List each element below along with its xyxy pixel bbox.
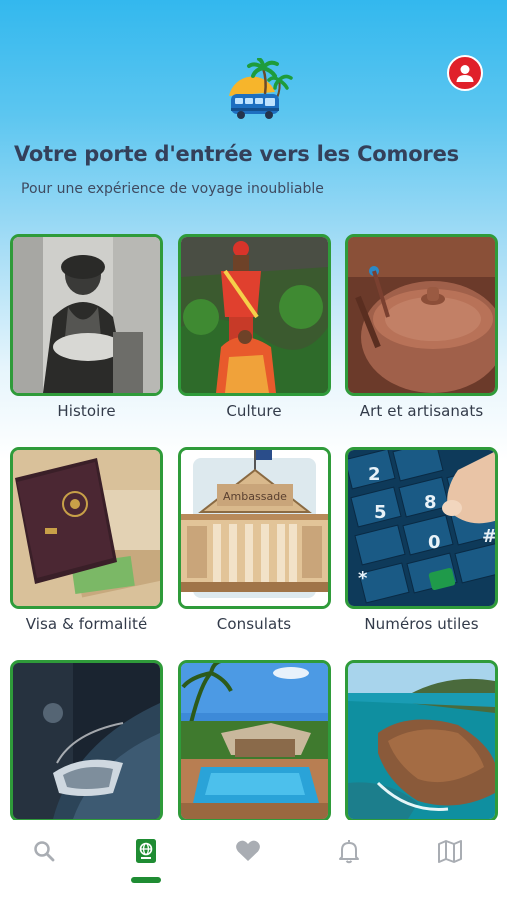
tile-consulats-label: Consulats (216, 615, 292, 633)
category-grid: Histoire Culture Art et artisanats Visa … (10, 234, 498, 873)
tile-numeros-label: Numéros utiles (364, 615, 479, 633)
tile-visa-image (10, 447, 163, 609)
tile-culture[interactable]: Culture (177, 234, 331, 447)
map-icon (438, 840, 462, 863)
tile-culture-image (177, 234, 331, 396)
nav-search-button[interactable] (29, 836, 59, 866)
nav-guide-button[interactable] (131, 836, 161, 866)
tile-decouverte-image (345, 660, 498, 822)
nav-favorites-button[interactable] (233, 836, 263, 866)
search-icon (34, 841, 55, 862)
active-tab-indicator (131, 877, 161, 883)
svg-text:2: 2 (368, 464, 381, 485)
tile-numeros-image: 2 5 8 0 9 # * (345, 447, 498, 609)
app-logo (225, 57, 293, 124)
bell-icon (339, 840, 359, 864)
tile-numeros[interactable]: 2 5 8 0 9 # * Numéros utiles (345, 447, 498, 660)
bottom-navigation (0, 820, 507, 900)
profile-button[interactable] (447, 55, 483, 91)
tile-histoire-image (10, 234, 163, 396)
tile-consulats-image: Ambassade (177, 447, 331, 609)
page-subtitle: Pour une expérience de voyage inoubliabl… (21, 181, 324, 197)
page-title: Votre porte d'entrée vers les Comores (14, 142, 459, 166)
tile-consulats[interactable]: Ambassade Consulats (177, 447, 331, 660)
tile-visa[interactable]: Visa & formalité (10, 447, 163, 660)
tile-culture-label: Culture (226, 402, 282, 420)
tile-hebergement-image (177, 660, 331, 822)
tile-histoire[interactable]: Histoire (10, 234, 163, 447)
svg-text:8: 8 (424, 492, 437, 513)
svg-text:5: 5 (374, 502, 387, 523)
nav-map-button[interactable] (435, 836, 465, 866)
tile-visa-label: Visa & formalité (25, 615, 148, 633)
tile-art-image (345, 234, 498, 396)
passport-globe-icon (136, 839, 156, 863)
svg-text:0: 0 (428, 532, 441, 553)
tile-art-label: Art et artisanats (359, 402, 484, 420)
user-icon (456, 65, 474, 82)
nav-notifications-button[interactable] (334, 836, 364, 866)
heart-icon (236, 840, 260, 861)
tile-transport-image (10, 660, 163, 822)
embassy-sign: Ambassade (223, 490, 287, 503)
tile-art[interactable]: Art et artisanats (345, 234, 498, 447)
svg-text:#: # (482, 526, 495, 547)
tile-histoire-label: Histoire (57, 402, 116, 420)
svg-text:*: * (358, 568, 368, 589)
